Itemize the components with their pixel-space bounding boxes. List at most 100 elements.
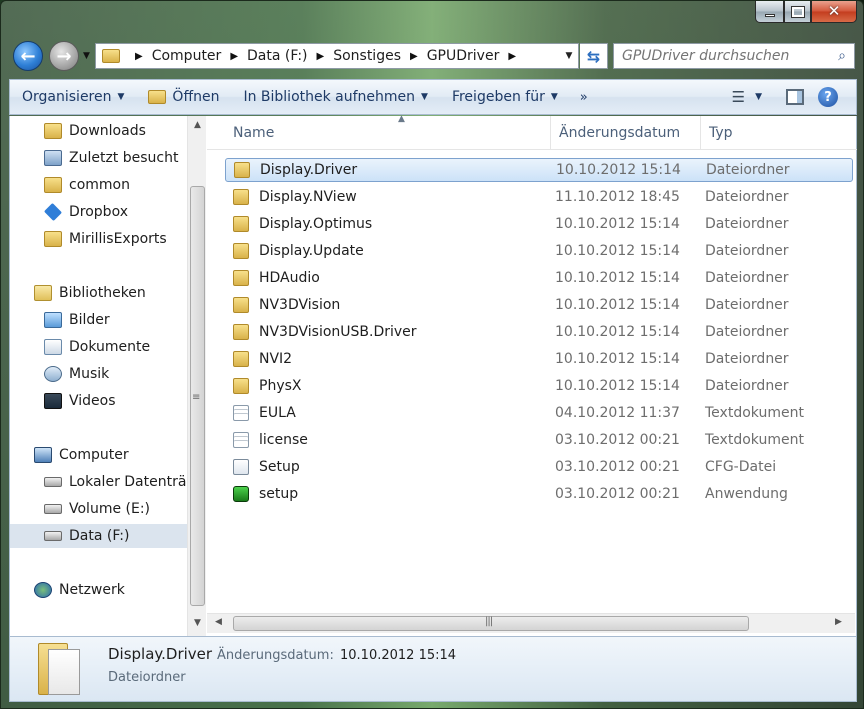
nav-item-network[interactable]: Netzwerk	[34, 578, 125, 602]
nav-item-label: Bilder	[69, 312, 110, 328]
refresh-icon: ⇆	[586, 46, 601, 66]
nav-item-recent-places[interactable]: Zuletzt besucht	[44, 146, 178, 170]
file-type: Dateiordner	[706, 162, 790, 178]
search-input[interactable]	[622, 48, 822, 64]
forward-arrow-icon: →	[56, 45, 72, 67]
nav-item-dropbox[interactable]: Dropbox	[43, 200, 128, 224]
file-type: Dateiordner	[705, 378, 789, 394]
share-with-button[interactable]: Freigeben für ▼	[440, 80, 570, 114]
folder-icon	[102, 49, 120, 63]
large-folder-icon	[38, 643, 80, 695]
breadcrumb-separator[interactable]: ▶	[135, 51, 143, 62]
nav-item-computer[interactable]: Computer	[34, 443, 129, 467]
breadcrumb-separator[interactable]: ▶	[410, 51, 418, 62]
column-header-date[interactable]: Änderungsdatum	[551, 116, 701, 150]
nav-item-local-disk[interactable]: Lokaler Datenträger	[44, 470, 187, 494]
breadcrumb-sonstiges[interactable]: Sonstiges	[333, 48, 401, 64]
file-row[interactable]: NV3DVisionUSB.Driver 10.10.2012 15:14 Date…	[225, 320, 853, 344]
folder-icon	[233, 297, 249, 313]
file-row[interactable]: license 03.10.2012 00:21 Textdokument	[225, 428, 853, 452]
breadcrumb-separator[interactable]: ▶	[317, 51, 325, 62]
file-type: Textdokument	[705, 405, 804, 421]
minimize-button[interactable]	[755, 1, 784, 23]
file-row[interactable]: NVI2 10.10.2012 15:14 Dateiordner	[225, 347, 853, 371]
file-row[interactable]: Display.Driver 10.10.2012 15:14 Dateiordne…	[225, 158, 853, 182]
file-type: Dateiordner	[705, 297, 789, 313]
nav-item-downloads[interactable]: Downloads	[44, 119, 146, 143]
nav-item-videos[interactable]: Videos	[44, 389, 116, 413]
nav-item-label: common	[69, 177, 130, 193]
file-type: Dateiordner	[705, 243, 789, 259]
file-row[interactable]: EULA 04.10.2012 11:37 Textdokument	[225, 401, 853, 425]
nav-item-pictures[interactable]: Bilder	[44, 308, 110, 332]
breadcrumb-separator[interactable]: ▶	[508, 51, 516, 62]
open-folder-icon	[148, 90, 167, 104]
column-header-name[interactable]: Name ▲	[225, 114, 551, 150]
pictures-library-icon	[44, 312, 62, 328]
file-row[interactable]: Display.Optimus 10.10.2012 15:14 Dateiordn…	[225, 212, 853, 236]
nav-item-documents[interactable]: Dokumente	[44, 335, 150, 359]
column-type-label: Typ	[709, 125, 733, 141]
change-view-icon[interactable]: ☰	[728, 88, 749, 106]
file-row[interactable]: PhysX 10.10.2012 15:14 Dateiordner	[225, 374, 853, 398]
file-row[interactable]: setup 03.10.2012 00:21 Anwendung	[225, 482, 853, 506]
horizontal-scrollbar[interactable]: ◀ ||| ▶	[207, 613, 855, 633]
nav-item-data-f[interactable]: Data (F:)	[10, 524, 187, 548]
breadcrumb-separator[interactable]: ▶	[230, 51, 238, 62]
open-button[interactable]: Öffnen	[136, 80, 231, 114]
music-library-icon	[44, 366, 62, 382]
file-name: Display.NView	[259, 189, 357, 205]
file-name-cell: license	[233, 432, 308, 448]
file-name-cell: EULA	[233, 405, 296, 421]
breadcrumb-gpudriver[interactable]: GPUDriver	[427, 48, 500, 64]
more-commands-button[interactable]: »	[570, 90, 598, 105]
search-icon[interactable]: ⌕	[838, 48, 846, 64]
column-header-type[interactable]: Typ	[701, 116, 853, 150]
nav-item-label: Downloads	[69, 123, 146, 139]
breadcrumb-computer[interactable]: Computer	[152, 48, 222, 64]
back-button[interactable]: ←	[13, 41, 43, 71]
scroll-down-icon[interactable]: ▼	[188, 618, 207, 628]
file-name: license	[259, 432, 308, 448]
address-dropdown-button[interactable]: ▼	[560, 51, 578, 61]
forward-button[interactable]: →	[49, 41, 79, 71]
nav-item-volume-e[interactable]: Volume (E:)	[44, 497, 150, 521]
search-box[interactable]: ⌕	[613, 43, 855, 69]
preview-pane-icon[interactable]	[786, 89, 804, 105]
history-dropdown[interactable]: ▼	[83, 51, 90, 61]
file-name: NVI2	[259, 351, 293, 367]
nav-item-music[interactable]: Musik	[44, 362, 109, 386]
column-date-label: Änderungsdatum	[559, 125, 681, 141]
breadcrumb-data-drive[interactable]: Data (F:)	[247, 48, 307, 64]
close-button[interactable]: ✕	[811, 1, 857, 23]
file-row[interactable]: Display.NView 11.10.2012 18:45 Dateiordner	[225, 185, 853, 209]
navigation-pane-scrollbar[interactable]: ▲ ≡ ▼	[187, 116, 206, 636]
add-to-library-button[interactable]: In Bibliothek aufnehmen ▼	[231, 80, 440, 114]
close-icon: ✕	[827, 2, 841, 20]
downloads-folder-icon	[44, 123, 62, 139]
file-type: Dateiordner	[705, 324, 789, 340]
nav-item-label: Dropbox	[69, 204, 128, 220]
nav-item-common[interactable]: common	[44, 173, 130, 197]
file-row[interactable]: HDAudio 10.10.2012 15:14 Dateiordner	[225, 266, 853, 290]
view-options-dropdown[interactable]: ▼	[749, 92, 772, 102]
caption-buttons: ✕	[755, 1, 857, 23]
help-icon[interactable]: ?	[818, 87, 838, 107]
details-date-label: Änderungsdatum:	[217, 648, 334, 663]
nav-item-libraries[interactable]: Bibliotheken	[34, 281, 146, 305]
scroll-up-icon[interactable]: ▲	[188, 120, 207, 130]
folder-icon	[44, 231, 62, 247]
maximize-button[interactable]	[784, 1, 811, 23]
scroll-left-icon[interactable]: ◀	[215, 617, 222, 627]
file-date: 10.10.2012 15:14	[555, 243, 680, 259]
scroll-right-icon[interactable]: ▶	[835, 617, 842, 627]
nav-item-label: Zuletzt besucht	[69, 150, 179, 166]
file-name-cell: PhysX	[233, 378, 302, 394]
organize-button[interactable]: Organisieren ▼	[10, 80, 136, 114]
nav-item-mirillisexports[interactable]: MirillisExports	[44, 227, 167, 251]
file-row[interactable]: NV3DVision 10.10.2012 15:14 Dateiordner	[225, 293, 853, 317]
address-bar[interactable]: ▶ Computer ▶ Data (F:) ▶ Sonstiges ▶ GPU…	[95, 43, 579, 69]
file-row[interactable]: Setup 03.10.2012 00:21 CFG-Datei	[225, 455, 853, 479]
refresh-button[interactable]: ⇆	[580, 43, 608, 69]
file-row[interactable]: Display.Update 10.10.2012 15:14 Dateiordne…	[225, 239, 853, 263]
